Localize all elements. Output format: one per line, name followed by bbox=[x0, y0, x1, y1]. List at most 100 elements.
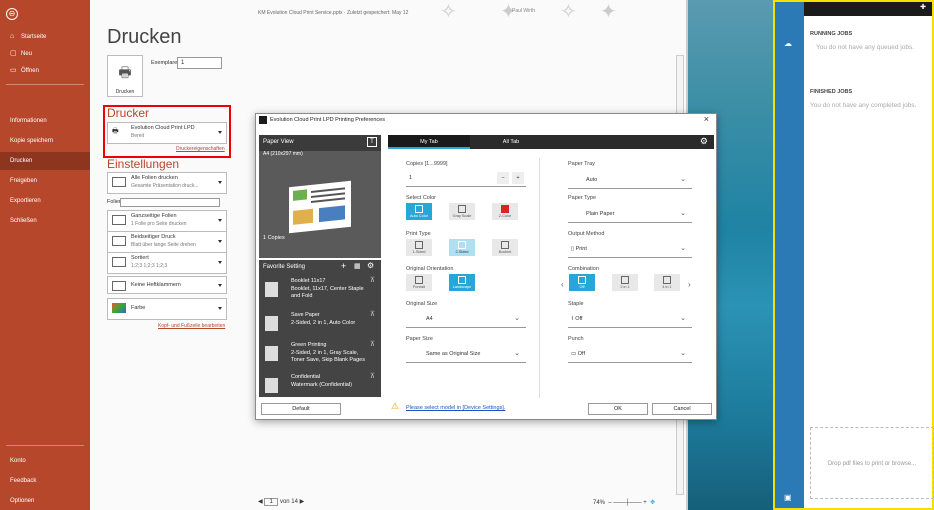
add-icon[interactable]: + bbox=[341, 261, 346, 271]
pin-icon[interactable]: ⊼ bbox=[370, 276, 375, 284]
pdf-drop-zone[interactable]: Drop pdf files to print or browse... bbox=[810, 427, 934, 499]
nav-item-kopie-speichern[interactable]: Kopie speichern bbox=[0, 132, 90, 150]
printer-properties-link[interactable]: Druckereigenschaften bbox=[176, 146, 225, 152]
paper-type-label: Paper Type bbox=[568, 195, 597, 201]
prev-page-icon[interactable]: ◀ bbox=[258, 499, 263, 505]
portrait-icon bbox=[415, 276, 423, 284]
favorite-item[interactable]: Confidential Watermark (Confidential) ⊼ bbox=[259, 372, 381, 402]
favorite-item[interactable]: Save Paper 2-Sided, 2 in 1, Auto Color ⊼ bbox=[259, 310, 381, 340]
tab-all-tab[interactable]: All Tab bbox=[470, 135, 552, 149]
orientation-landscape[interactable]: Landscape bbox=[449, 274, 475, 291]
orientation-portrait[interactable]: Portrait bbox=[406, 274, 432, 291]
favorite-item[interactable]: Booklet 11x17 Booklet, 11x17, Center Stap… bbox=[259, 276, 381, 306]
app-titlebar: ✚ bbox=[804, 2, 932, 16]
chevron-down-icon: ⌄ bbox=[680, 176, 686, 183]
combination-4in1[interactable]: 4 in 1 bbox=[654, 274, 680, 291]
star-decoration-icon: ✧ bbox=[560, 1, 577, 23]
collate-icon bbox=[112, 257, 126, 267]
output-method-select[interactable]: ▯ Print ⌄ bbox=[568, 240, 692, 258]
star-decoration-icon: ✦ bbox=[600, 1, 617, 23]
print-button[interactable]: 🖶 Drucken bbox=[107, 55, 143, 97]
nav-item-informationen[interactable]: Informationen bbox=[0, 112, 90, 130]
ok-button[interactable]: OK bbox=[588, 403, 648, 415]
settings-icon[interactable]: ⚙ bbox=[367, 261, 374, 270]
printer-heading: Drucker bbox=[107, 106, 150, 120]
staple-dropdown[interactable]: Keine Heftklammern bbox=[107, 276, 227, 294]
paper-tray-select[interactable]: Auto ⌄ bbox=[568, 171, 692, 189]
text-view-icon[interactable]: T bbox=[367, 137, 377, 147]
nav-item-konto[interactable]: Konto bbox=[0, 452, 90, 470]
nav-item-startseite[interactable]: ⌂ Startseite bbox=[0, 28, 90, 46]
nav-item-optionen[interactable]: Optionen bbox=[0, 492, 90, 510]
nav-item-feedback[interactable]: Feedback bbox=[0, 472, 90, 490]
print-range-dropdown[interactable]: Alle Folien drucken Gesamte Präsentation… bbox=[107, 172, 227, 194]
punch-select[interactable]: ▭ Off ⌄ bbox=[568, 345, 692, 363]
chevron-left-icon[interactable]: ‹ bbox=[561, 280, 564, 289]
color-icon bbox=[112, 303, 126, 313]
pin-icon[interactable]: ⊼ bbox=[370, 340, 375, 348]
nav-item-freigeben[interactable]: Freigeben bbox=[0, 172, 90, 190]
plus-icon[interactable]: + bbox=[512, 172, 524, 184]
print-type-1sided[interactable]: 1-Sided bbox=[406, 239, 432, 256]
tab-my-tab[interactable]: My Tab bbox=[388, 135, 470, 149]
nav-divider bbox=[6, 84, 84, 85]
nav-item-oeffnen[interactable]: ▭ Öffnen bbox=[0, 62, 90, 80]
printer-dropdown[interactable]: 🖶 Evolution Cloud Print LPD Bereit bbox=[107, 122, 227, 144]
back-arrow-icon[interactable]: ⊖ bbox=[6, 8, 18, 20]
nav-item-neu[interactable]: ▢ Neu bbox=[0, 45, 90, 63]
nav-item-drucken[interactable]: Drucken bbox=[0, 152, 90, 170]
pin-icon[interactable]: ⊼ bbox=[370, 372, 375, 380]
combination-label: Combination bbox=[568, 266, 599, 272]
chevron-down-icon: ⌄ bbox=[680, 210, 686, 217]
default-button[interactable]: Default bbox=[261, 403, 341, 415]
close-icon[interactable]: × bbox=[704, 114, 709, 124]
combination-off[interactable]: Off bbox=[569, 274, 595, 291]
color-option-gray[interactable]: Gray Scale bbox=[449, 203, 475, 220]
color-dropdown[interactable]: Farbe bbox=[107, 298, 227, 320]
color-option-auto[interactable]: Auto Color bbox=[406, 203, 432, 220]
paper-size-select[interactable]: Same as Original Size ⌄ bbox=[406, 345, 526, 363]
favorite-item[interactable]: Green Printing 2-Sided, 2 in 1, Gray Scal… bbox=[259, 340, 381, 370]
device-settings-link[interactable]: Please select model in [Device Settings]… bbox=[406, 405, 505, 411]
layout-dropdown[interactable]: Ganzseitige Folien 1 Folie pro Seite dru… bbox=[107, 210, 227, 232]
pin-icon[interactable]: ⊼ bbox=[370, 310, 375, 318]
chevron-down-icon bbox=[218, 131, 222, 134]
copies-field[interactable]: 1 − + bbox=[406, 169, 526, 187]
original-size-select[interactable]: A4 ⌄ bbox=[406, 310, 526, 328]
print-type-2sided[interactable]: 2-Sided bbox=[449, 239, 475, 256]
cloud-icon[interactable]: ☁ bbox=[784, 39, 792, 48]
chevron-right-icon[interactable]: › bbox=[688, 280, 691, 289]
cancel-button[interactable]: Cancel bbox=[652, 403, 712, 415]
chevron-down-icon: ⌄ bbox=[514, 350, 520, 357]
dialog-title: Evolution Cloud Print LPD Printing Prefe… bbox=[270, 117, 385, 123]
staple-select[interactable]: ⌇ Off ⌄ bbox=[568, 310, 692, 328]
two-sided-icon bbox=[458, 241, 466, 249]
minus-icon[interactable]: − bbox=[497, 172, 509, 184]
page-number-input[interactable]: 1 bbox=[264, 498, 279, 506]
grid-view-icon[interactable]: ▦ bbox=[354, 262, 361, 270]
two-in-one-icon bbox=[621, 276, 629, 284]
copies-label: Exemplare: bbox=[151, 60, 179, 66]
print-type-booklet[interactable]: Booklet bbox=[492, 239, 518, 256]
chevron-down-icon bbox=[218, 240, 222, 243]
duplex-dropdown[interactable]: Beidseitiger Druck Blatt über lange Seit… bbox=[107, 231, 227, 253]
two-color-icon bbox=[501, 205, 509, 213]
copies-input[interactable]: 1 bbox=[177, 57, 222, 69]
nav-item-exportieren[interactable]: Exportieren bbox=[0, 192, 90, 210]
slides-input[interactable] bbox=[120, 198, 220, 207]
punch-label: Punch bbox=[568, 336, 584, 342]
combination-2in1[interactable]: 2 in 1 bbox=[612, 274, 638, 291]
pin-icon[interactable]: ✚ bbox=[920, 3, 926, 11]
paper-view-header: Paper View T bbox=[259, 135, 381, 151]
gear-icon[interactable]: ⚙ bbox=[700, 136, 708, 147]
zoom-slider[interactable]: – ——┼—— + bbox=[607, 500, 649, 506]
menu-icon[interactable]: ▣ bbox=[784, 493, 792, 502]
nav-item-schliessen[interactable]: Schließen bbox=[0, 212, 90, 230]
printing-preferences-dialog: Evolution Cloud Print LPD Printing Prefe… bbox=[255, 113, 717, 420]
fit-page-icon[interactable]: ✥ bbox=[650, 500, 655, 506]
header-footer-link[interactable]: Kopf- und Fußzeile bearbeiten bbox=[158, 323, 225, 329]
next-page-icon[interactable]: ▶ bbox=[300, 499, 305, 505]
paper-type-select[interactable]: Plain Paper ⌄ bbox=[568, 205, 692, 223]
collate-dropdown[interactable]: Sortiert 1;2;3 1;2;3 1;2;3 bbox=[107, 252, 227, 274]
color-option-2color[interactable]: 2-Color bbox=[492, 203, 518, 220]
